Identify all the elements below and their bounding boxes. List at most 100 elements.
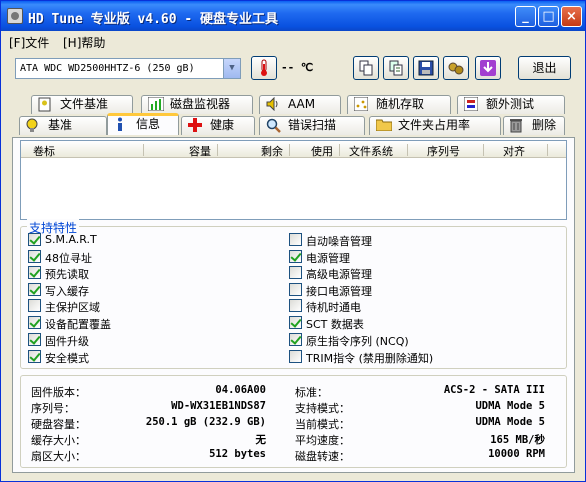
chevron-down-icon[interactable]: ▼: [223, 59, 240, 78]
info-value: UDMA Mode 5: [475, 416, 545, 428]
tab-file-benchmark[interactable]: 文件基准: [31, 95, 133, 114]
feature-checkbox[interactable]: [28, 299, 41, 312]
column-divider: [407, 144, 408, 156]
column-capacity[interactable]: 容量: [189, 143, 211, 159]
file-benchmark-icon: [38, 97, 51, 117]
exit-button[interactable]: 退出: [518, 56, 571, 80]
feature-checkbox[interactable]: [289, 350, 302, 363]
drive-select[interactable]: ATA WDC WD2500HHTZ-6 (250 gB) ▼: [15, 58, 241, 79]
feature-label: 待机时通电: [306, 301, 361, 314]
feature-label: TRIM指令 (禁用删除通知): [306, 352, 434, 365]
title-bar[interactable]: HD Tune 专业版 v4.60 - 硬盘专业工具 _ □ ×: [1, 1, 585, 31]
info-value: 512 bytes: [209, 448, 266, 460]
tab-health[interactable]: 健康: [181, 116, 255, 135]
feature-checkbox[interactable]: [289, 283, 302, 296]
feature-label: 预先读取: [45, 268, 89, 281]
column-used[interactable]: 使用: [311, 143, 333, 159]
feature-checkbox[interactable]: [289, 233, 302, 246]
tab-erase[interactable]: 删除: [503, 116, 565, 135]
feature-checkbox[interactable]: [28, 316, 41, 329]
tab-extra-tests[interactable]: 额外测试: [457, 95, 565, 114]
close-button[interactable]: ×: [561, 6, 582, 27]
column-divider: [547, 144, 548, 156]
toolbar: ATA WDC WD2500HHTZ-6 (250 gB) ▼ -- ℃ 退出: [1, 52, 585, 88]
column-alignment[interactable]: 对齐: [503, 143, 525, 159]
column-divider: [217, 144, 218, 156]
info-label: 标准：: [295, 386, 328, 399]
tab-error-scan[interactable]: 错误扫描: [259, 116, 365, 135]
magnifier-icon: [266, 118, 281, 138]
feature-checkbox[interactable]: [289, 333, 302, 346]
info-label: 序列号：: [31, 402, 75, 415]
info-value: 250.1 gB (232.9 GB): [145, 416, 266, 428]
menu-bar: [F]文件 [H]帮助: [1, 31, 585, 51]
column-free[interactable]: 剩余: [261, 143, 283, 159]
feature-checkbox[interactable]: [289, 299, 302, 312]
supported-features-group: 支持特性 S.M.A.R.T 48位寻址 预先读取 写入缓存 主保护区域 设备配置覆盖 固件…: [20, 219, 567, 369]
info-label: 磁盘转速：: [295, 450, 350, 463]
feature-checkbox[interactable]: [289, 316, 302, 329]
feature-checkbox[interactable]: [28, 333, 41, 346]
feature-label: S.M.A.R.T: [45, 233, 97, 246]
feature-label: 原生指令序列 (NCQ): [306, 335, 409, 348]
maximize-button[interactable]: □: [538, 6, 559, 27]
feature-checkbox[interactable]: [28, 266, 41, 279]
trash-icon: [510, 118, 522, 138]
info-value: ACS-2 - SATA III: [443, 384, 545, 396]
info-label: 硬盘容量：: [31, 418, 86, 431]
feature-label: 固件升级: [45, 335, 89, 348]
feature-checkbox[interactable]: [289, 266, 302, 279]
drive-select-value: ATA WDC WD2500HHTZ-6 (250 gB): [20, 63, 195, 74]
column-divider: [289, 144, 290, 156]
feature-checkbox[interactable]: [28, 233, 41, 246]
random-access-icon: [353, 96, 369, 116]
info-label: 缓存大小：: [31, 434, 86, 447]
minimize-button[interactable]: _: [515, 6, 536, 27]
options-icon[interactable]: [443, 56, 469, 80]
tab-info[interactable]: 信息: [107, 113, 179, 135]
info-panel: 卷标 容量 剩余 使用 文件系统 序列号 对齐 支持特性 S.M.A.R.T 48…: [12, 137, 575, 473]
tab-disk-monitor[interactable]: 磁盘监视器: [141, 95, 253, 114]
save-icon[interactable]: [413, 56, 439, 80]
column-serial[interactable]: 序列号: [427, 143, 460, 159]
feature-label: 主保护区域: [45, 301, 100, 314]
copy-all-icon[interactable]: [383, 56, 409, 80]
folder-icon: [375, 118, 393, 136]
tab-benchmark[interactable]: 基准: [19, 116, 107, 135]
app-window: HD Tune 专业版 v4.60 - 硬盘专业工具 _ □ × [F]文件 […: [0, 0, 586, 482]
tab-folder-usage[interactable]: 文件夹占用率: [369, 116, 501, 135]
info-value: UDMA Mode 5: [475, 400, 545, 412]
feature-checkbox[interactable]: [28, 283, 41, 296]
menu-help[interactable]: [H]帮助: [63, 34, 105, 51]
info-label: 扇区大小：: [31, 450, 86, 463]
red-cross-icon: [188, 118, 202, 137]
feature-label: 48位寻址: [45, 252, 92, 265]
feature-label: 设备配置覆盖: [45, 318, 111, 331]
feature-checkbox[interactable]: [289, 250, 302, 263]
column-filesystem[interactable]: 文件系统: [349, 143, 393, 159]
window-title: HD Tune 专业版 v4.60 - 硬盘专业工具: [28, 12, 279, 27]
feature-checkbox[interactable]: [28, 250, 41, 263]
feature-label: 高级电源管理: [306, 268, 372, 281]
copy-icon[interactable]: [353, 56, 379, 80]
app-icon: [7, 8, 23, 24]
drive-info-group: 固件版本： 04.06A00 序列号： WD-WX31EB1NDS87 硬盘容量： 250…: [20, 375, 567, 468]
tab-random-access[interactable]: 随机存取: [347, 95, 451, 114]
tab-aam[interactable]: AAM: [259, 95, 341, 114]
partition-list[interactable]: 卷标 容量 剩余 使用 文件系统 序列号 对齐: [20, 140, 567, 220]
temperature-readout: -- ℃: [281, 61, 314, 74]
info-value: 无: [255, 434, 267, 446]
feature-label: 写入缓存: [45, 285, 89, 298]
info-icon: [114, 117, 126, 137]
thermometer-icon[interactable]: [251, 56, 277, 80]
info-label: 固件版本：: [31, 386, 86, 399]
info-value: 165 MB/秒: [490, 434, 545, 446]
feature-label: 自动噪音管理: [306, 235, 372, 248]
column-volume-label[interactable]: 卷标: [33, 143, 55, 159]
partition-list-header: 卷标 容量 剩余 使用 文件系统 序列号 对齐: [21, 141, 566, 158]
download-icon[interactable]: [475, 56, 501, 80]
info-label: 支持模式：: [295, 402, 350, 415]
feature-checkbox[interactable]: [28, 350, 41, 363]
menu-file[interactable]: [F]文件: [9, 34, 49, 51]
speaker-icon: [266, 96, 282, 116]
